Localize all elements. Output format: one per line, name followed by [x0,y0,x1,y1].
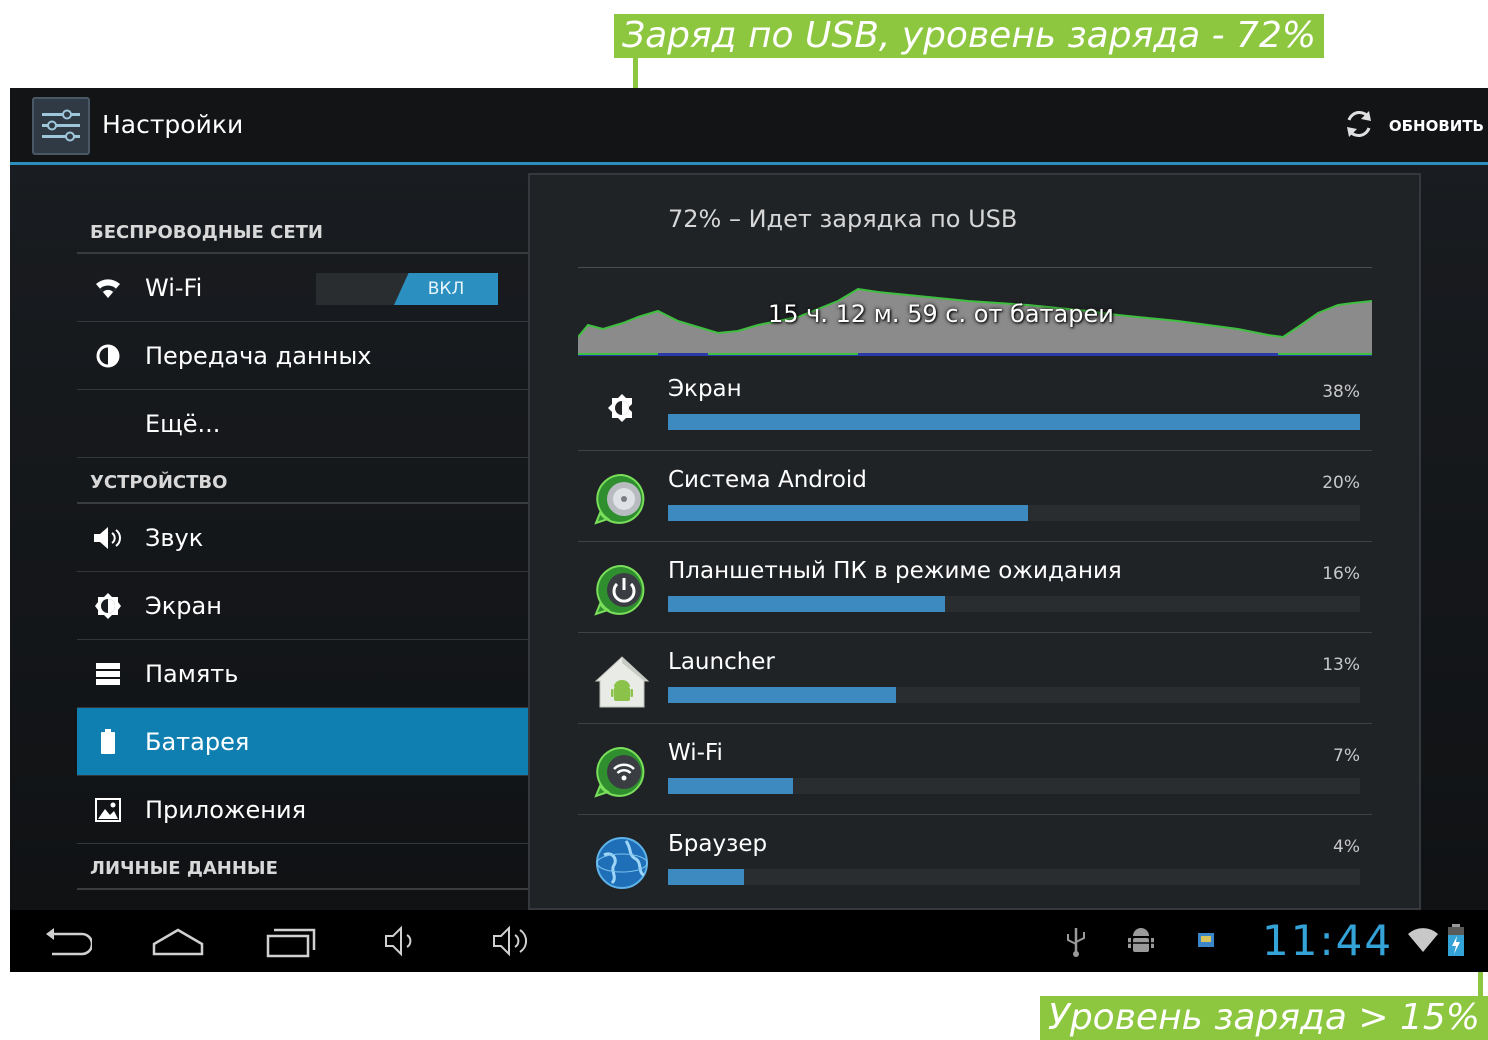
usage-label: Планшетный ПК в режиме ожидания [668,558,1122,584]
settings-icon[interactable] [32,97,90,155]
usage-bar-track [668,596,1360,612]
back-icon[interactable] [42,922,94,964]
section-header-wireless: БЕСПРОВОДНЫЕ СЕТИ [77,190,529,254]
settings-item-label: Экран [145,591,222,620]
callout-battery-level: Уровень заряда > 15% [1039,996,1488,1040]
recent-apps-icon[interactable] [264,922,318,964]
storage-icon [91,657,125,691]
tablet-screen: Настройки ОБНОВИТЬ БЕСПРОВОДНЫЕ СЕТИ Wi-… [10,88,1488,972]
settings-item-label: Wi-Fi [145,273,203,302]
settings-item-display[interactable]: Экран [77,572,529,640]
settings-item-label: Приложения [145,795,307,824]
usage-bar-track [668,869,1360,885]
usage-bar-fill [668,596,945,612]
usb-icon [1064,924,1088,962]
battery-charging-icon [1446,922,1466,962]
android-system-icon [592,469,652,529]
usage-bar-fill [668,505,1028,521]
wifi-icon [592,742,652,802]
usage-percent: 16% [1322,564,1360,584]
battery-icon [91,725,125,759]
settings-item-label: Память [145,659,239,688]
settings-item-label: Звук [145,523,204,552]
usage-percent: 4% [1333,837,1360,857]
data-usage-icon [91,339,125,373]
launcher-icon [592,651,652,711]
action-bar: Настройки ОБНОВИТЬ [10,88,1488,165]
usage-bar-fill [668,414,1360,430]
settings-item-apps[interactable]: Приложения [77,776,529,844]
graph-label: 15 ч. 12 м. 59 с. от батареи [768,300,1114,328]
home-icon[interactable] [150,922,206,964]
refresh-button[interactable]: ОБНОВИТЬ [1343,106,1484,146]
section-header-device: УСТРОЙСТВО [77,458,529,504]
charge-status: 72% – Идет зарядка по USB [668,205,1018,233]
battery-panel: 72% – Идет зарядка по USB 15 ч. 12 м. 59… [528,173,1421,910]
browser-globe-icon [592,833,652,893]
settings-item-label: Ещё... [145,409,221,438]
settings-item-label: Батарея [145,727,250,756]
usage-label: Система Android [668,467,867,493]
usage-bar-track [668,505,1360,521]
debug-android-icon [1126,924,1156,962]
battery-usage-list: Экран 38% Система Android 20% Планшетный… [578,360,1372,906]
divider [578,267,1372,268]
brightness-icon [592,378,652,438]
settings-item-battery[interactable]: Батарея [77,708,529,776]
brightness-icon [91,589,125,623]
usage-label: Браузер [668,831,768,857]
usage-row-wifi[interactable]: Wi-Fi 7% [578,724,1372,815]
usage-label: Экран [668,376,742,402]
usage-row-browser[interactable]: Браузер 4% [578,815,1372,906]
volume-down-icon[interactable] [382,922,422,964]
apps-icon [91,793,125,827]
usage-bar-fill [668,687,897,703]
refresh-icon [1343,108,1389,144]
usage-label: Launcher [668,649,775,675]
usage-label: Wi-Fi [668,740,723,766]
usage-bar-track [668,687,1360,703]
usage-row-screen[interactable]: Экран 38% [578,360,1372,451]
settings-item-sound[interactable]: Звук [77,504,529,572]
callout-usb-charging: Заряд по USB, уровень заряда - 72% [614,14,1325,58]
usage-bar-fill [668,778,793,794]
volume-up-icon[interactable] [490,922,538,964]
settings-item-wifi[interactable]: Wi-Fi ВКЛ [77,254,529,322]
system-navigation-bar: 11:44 [10,910,1488,972]
refresh-label: ОБНОВИТЬ [1388,117,1484,135]
usage-percent: 13% [1322,655,1360,675]
usage-bar-track [668,778,1360,794]
wifi-toggle-on-label: ВКЛ [394,273,498,305]
status-clock: 11:44 [1262,916,1394,965]
usage-percent: 20% [1322,473,1360,493]
usage-row-launcher[interactable]: Launcher 13% [578,633,1372,724]
settings-item-more[interactable]: Ещё... [77,390,529,458]
notification-icon [1196,930,1216,954]
wifi-signal-icon [1406,926,1440,958]
power-icon [592,560,652,620]
usage-percent: 38% [1322,382,1360,402]
section-header-personal: ЛИЧНЫЕ ДАННЫЕ [77,844,529,890]
page-title: Настройки [102,110,244,139]
settings-item-label: Передача данных [145,341,372,370]
settings-item-data-usage[interactable]: Передача данных [77,322,529,390]
usage-row-standby[interactable]: Планшетный ПК в режиме ожидания 16% [578,542,1372,633]
settings-item-storage[interactable]: Память [77,640,529,708]
settings-list: БЕСПРОВОДНЫЕ СЕТИ Wi-Fi ВКЛ Передача дан… [77,190,529,890]
usage-bar-track [668,414,1360,430]
wifi-icon [91,271,125,305]
wifi-toggle[interactable]: ВКЛ [316,273,498,305]
usage-row-android-system[interactable]: Система Android 20% [578,451,1372,542]
usage-bar-fill [668,869,745,885]
volume-icon [91,521,125,555]
usage-percent: 7% [1333,746,1360,766]
